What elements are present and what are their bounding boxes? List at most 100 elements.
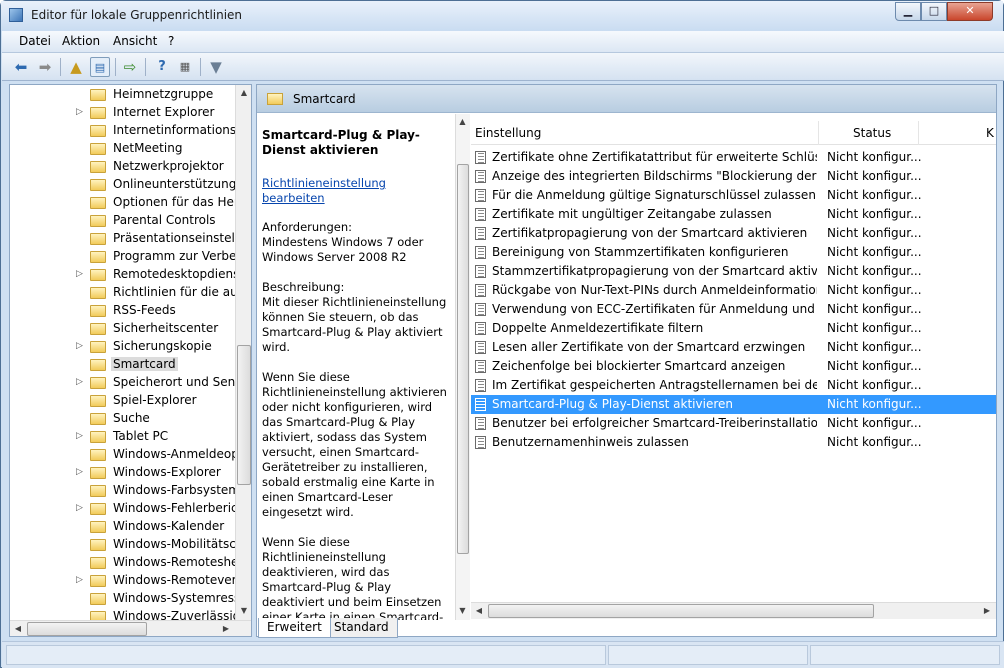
tree-item[interactable]: Optionen für das Herunterfahren	[10, 194, 235, 212]
expand-arrow-icon[interactable]: ▷	[76, 107, 86, 117]
menu-aktion[interactable]: Aktion	[62, 34, 100, 48]
tree-item[interactable]: Internetinformationsdienste	[10, 122, 235, 140]
tree-item[interactable]: ▷ Windows-Fehlerberichterstattung	[10, 500, 235, 518]
tree-item[interactable]: ▷ Internet Explorer	[10, 104, 235, 122]
scroll-right-arrow-icon[interactable]: ▶	[218, 621, 234, 636]
tree-item[interactable]: Windows-Farbsystem	[10, 482, 235, 500]
list-row[interactable]: Lesen aller Zertifikate von der Smartcar…	[471, 338, 996, 357]
list-row[interactable]: Smartcard-Plug & Play-Dienst aktivieren N…	[471, 395, 996, 414]
tree-hscroll-thumb[interactable]	[27, 622, 147, 636]
menu-help[interactable]: ?	[168, 34, 174, 48]
tree-item[interactable]: ▷ Sicherungskopie	[10, 338, 235, 356]
tree-item[interactable]: Windows-Kalender	[10, 518, 235, 536]
list-row[interactable]: Zeichenfolge bei blockierter Smartcard a…	[471, 357, 996, 376]
setting-status: Nicht konfigur...	[827, 207, 922, 221]
tree-vertical-scrollbar[interactable]: ▲ ▼	[235, 85, 251, 620]
tab-standard[interactable]: Standard	[325, 618, 398, 638]
setting-status: Nicht konfigur...	[827, 264, 922, 278]
tree-item[interactable]: Smartcard	[10, 356, 235, 374]
forward-arrow-icon[interactable]: ➡	[35, 57, 55, 77]
show-tree-icon[interactable]: ▤	[90, 57, 110, 77]
menu-datei[interactable]: Datei	[19, 34, 51, 48]
filter-icon[interactable]: ▼	[206, 57, 226, 77]
tab-erweitert[interactable]: Erweitert	[258, 618, 331, 638]
tree-item[interactable]: Parental Controls	[10, 212, 235, 230]
tree-item[interactable]: Netzwerkprojektor	[10, 158, 235, 176]
tree-scroll-thumb[interactable]	[237, 345, 251, 485]
tree-item[interactable]: Spiel-Explorer	[10, 392, 235, 410]
help-icon[interactable]: ?	[152, 57, 172, 77]
title-bar[interactable]: Editor für lokale Gruppenrichtlinien ▁ □…	[1, 1, 1003, 31]
tree-item[interactable]: Suche	[10, 410, 235, 428]
list-row[interactable]: Verwendung von ECC-Zertifikaten für Anme…	[471, 300, 996, 319]
tree-item[interactable]: NetMeeting	[10, 140, 235, 158]
scroll-up-arrow-icon[interactable]: ▲	[236, 85, 251, 101]
expand-arrow-icon[interactable]: ▷	[76, 341, 86, 351]
list-row[interactable]: Im Zertifikat gespeicherten Antragstelle…	[471, 376, 996, 395]
close-button[interactable]: ✕	[947, 2, 993, 21]
maximize-button[interactable]: □	[921, 2, 947, 21]
tree-item[interactable]: ▷ Windows-Explorer	[10, 464, 235, 482]
description-scrollbar[interactable]: ▲ ▼	[455, 114, 470, 620]
scroll-down-arrow-icon[interactable]: ▼	[236, 603, 251, 619]
desc-scroll-down-icon[interactable]: ▼	[455, 603, 470, 619]
expand-arrow-icon[interactable]: ▷	[76, 431, 86, 441]
list-row[interactable]: Zertifikate mit ungültiger Zeitangabe zu…	[471, 205, 996, 224]
list-horizontal-scrollbar[interactable]: ◀ ▶	[471, 602, 996, 619]
menu-ansicht[interactable]: Ansicht	[113, 34, 157, 48]
list-scroll-left-icon[interactable]: ◀	[471, 603, 487, 619]
list-row[interactable]: Rückgabe von Nur-Text-PINs durch Anmelde…	[471, 281, 996, 300]
properties-icon[interactable]: ▦	[175, 57, 195, 77]
expand-arrow-icon[interactable]: ▷	[76, 467, 86, 477]
list-row[interactable]: Für die Anmeldung gültige Signaturschlüs…	[471, 186, 996, 205]
tree-item[interactable]: RSS-Feeds	[10, 302, 235, 320]
tree-item[interactable]: ▷ Windows-Remoteverwaltung	[10, 572, 235, 590]
edit-policy-link[interactable]: Richtlinieneinstellung bearbeiten	[262, 176, 450, 206]
column-header-setting[interactable]: Einstellung	[475, 126, 541, 140]
minimize-button[interactable]: ▁	[895, 2, 921, 21]
list-row[interactable]: Stammzertifikatpropagierung von der Smar…	[471, 262, 996, 281]
tree-item[interactable]: ▷ Remotedesktopdienste	[10, 266, 235, 284]
tree-item[interactable]: Windows-Remoteshell	[10, 554, 235, 572]
expand-arrow-icon[interactable]: ▷	[76, 575, 86, 585]
tree-item[interactable]: ▷ Speicherort und Sensoren	[10, 374, 235, 392]
list-row[interactable]: Doppelte Anmeldezertifikate filtern Nicht…	[471, 319, 996, 338]
tree-item[interactable]: Präsentationseinstellungen	[10, 230, 235, 248]
menu-bar: Datei Aktion Ansicht ?	[2, 31, 1004, 53]
tree-item[interactable]: ▷ Tablet PC	[10, 428, 235, 446]
expand-arrow-icon[interactable]: ▷	[76, 269, 86, 279]
tree-item-label: Speicherort und Sensoren	[113, 375, 235, 389]
tree-item[interactable]: Windows-Anmeldeoptionen	[10, 446, 235, 464]
desc-scroll-thumb[interactable]	[457, 164, 469, 554]
tree-horizontal-scrollbar[interactable]: ◀ ▶	[10, 620, 251, 636]
tree-item[interactable]: Windows-Systemressourcen	[10, 590, 235, 608]
folder-icon	[90, 359, 106, 371]
list-row[interactable]: Bereinigung von Stammzertifikaten konfig…	[471, 243, 996, 262]
tree-item-label: RSS-Feeds	[113, 303, 176, 317]
list-row[interactable]: Anzeige des integrierten Bildschirms "Bl…	[471, 167, 996, 186]
desc-scroll-up-icon[interactable]: ▲	[455, 114, 470, 130]
list-row[interactable]: Benutzernamenhinweis zulassen Nicht konfi…	[471, 433, 996, 452]
scroll-left-arrow-icon[interactable]: ◀	[10, 621, 26, 636]
tree-item[interactable]: Richtlinien für die automatische	[10, 284, 235, 302]
list-hscroll-thumb[interactable]	[488, 604, 874, 618]
list-row[interactable]: Benutzer bei erfolgreicher Smartcard-Tre…	[471, 414, 996, 433]
tree-item-label: NetMeeting	[113, 141, 183, 155]
back-arrow-icon[interactable]: ⬅	[11, 57, 31, 77]
policy-setting-icon	[475, 379, 486, 392]
list-row[interactable]: Zertifikate ohne Zertifikatattribut für …	[471, 148, 996, 167]
tree-item[interactable]: Onlineunterstützung	[10, 176, 235, 194]
up-folder-icon[interactable]: ▲	[66, 57, 86, 77]
column-header-comment[interactable]: K	[986, 126, 994, 140]
tree-item[interactable]: Windows-Mobilitätscenter	[10, 536, 235, 554]
tree-item-label: Smartcard	[111, 357, 178, 371]
tree-item[interactable]: Heimnetzgruppe	[10, 86, 235, 104]
tree-item[interactable]: Sicherheitscenter	[10, 320, 235, 338]
expand-arrow-icon[interactable]: ▷	[76, 503, 86, 513]
tree-item[interactable]: Programm zur Verbesserung	[10, 248, 235, 266]
list-scroll-right-icon[interactable]: ▶	[979, 603, 995, 619]
list-row[interactable]: Zertifikatpropagierung von der Smartcard…	[471, 224, 996, 243]
export-list-icon[interactable]: ⇨	[120, 57, 140, 77]
column-header-status[interactable]: Status	[853, 126, 891, 140]
expand-arrow-icon[interactable]: ▷	[76, 377, 86, 387]
